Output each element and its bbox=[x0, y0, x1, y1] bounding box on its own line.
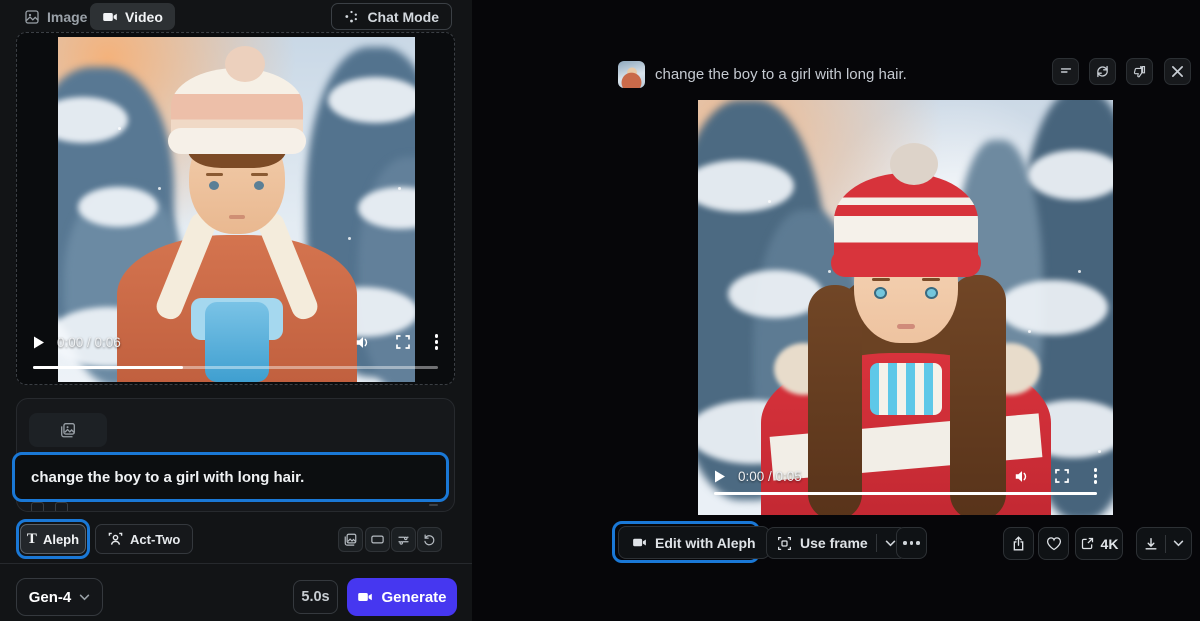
progress-fill bbox=[33, 366, 183, 369]
result-panel: change the boy to a girl with long hair. bbox=[472, 0, 1200, 621]
chat-mode-sparkle-icon bbox=[344, 9, 359, 24]
clipped-tool-icon[interactable] bbox=[31, 502, 44, 512]
video-camera-icon bbox=[102, 9, 118, 25]
boy-video-still bbox=[58, 37, 415, 382]
player-menu-icon[interactable] bbox=[435, 334, 439, 350]
result-player-controls: 0:00 / 0:05 bbox=[714, 467, 1097, 485]
share-button[interactable] bbox=[1003, 527, 1034, 560]
close-icon[interactable] bbox=[1164, 58, 1191, 85]
result-prompt-text: change the boy to a girl with long hair. bbox=[655, 58, 907, 90]
chat-mode-button[interactable]: Chat Mode bbox=[331, 3, 452, 30]
clipped-handle bbox=[429, 504, 438, 506]
reference-media-button[interactable] bbox=[29, 413, 107, 447]
tab-image[interactable]: Image bbox=[12, 3, 99, 30]
use-frame-button[interactable]: Use frame bbox=[766, 527, 907, 559]
act-two-model-button[interactable]: Act-Two bbox=[95, 524, 193, 554]
tab-video-label: Video bbox=[125, 9, 163, 25]
download-icon bbox=[1144, 537, 1158, 551]
ellipsis-icon bbox=[903, 541, 907, 545]
edit-with-aleph-label: Edit with Aleph bbox=[655, 535, 756, 551]
favorite-button[interactable] bbox=[1038, 527, 1069, 560]
aleph-model-button[interactable]: T Aleph bbox=[20, 524, 86, 554]
use-frame-label: Use frame bbox=[800, 535, 868, 551]
girl-video-still bbox=[698, 100, 1113, 515]
aleph-text-icon: T bbox=[27, 532, 37, 547]
stacked-images-icon bbox=[59, 421, 77, 439]
chevron-down-icon[interactable] bbox=[1173, 540, 1184, 547]
chat-mode-label: Chat Mode bbox=[367, 9, 439, 25]
model-select-label: Gen-4 bbox=[29, 589, 72, 606]
image-icon bbox=[24, 9, 40, 25]
chevron-down-icon bbox=[79, 594, 90, 601]
fullscreen-icon[interactable] bbox=[396, 335, 410, 349]
regenerate-button[interactable] bbox=[1089, 58, 1116, 85]
generate-label: Generate bbox=[381, 589, 446, 606]
button-divider bbox=[876, 534, 877, 552]
clipped-tool-icon[interactable] bbox=[55, 502, 68, 512]
reset-history-button[interactable] bbox=[417, 527, 442, 552]
generation-panel: Image Video Chat Mode bbox=[0, 0, 472, 621]
performer-icon bbox=[108, 532, 123, 547]
edit-with-aleph-button[interactable]: Edit with Aleph bbox=[618, 526, 770, 559]
progress-fill bbox=[714, 492, 1097, 495]
result-progress-bar[interactable] bbox=[714, 492, 1097, 495]
aleph-label: Aleph bbox=[43, 532, 79, 547]
reference-images-button[interactable] bbox=[338, 527, 363, 552]
divider bbox=[0, 563, 472, 564]
details-button[interactable] bbox=[1052, 58, 1079, 85]
video-camera-icon bbox=[357, 589, 373, 605]
prompt-input-highlight: change the boy to a girl with long hair. bbox=[12, 452, 449, 502]
upscale-label: 4K bbox=[1101, 536, 1119, 552]
chevron-down-icon[interactable] bbox=[885, 540, 896, 547]
button-divider bbox=[1165, 535, 1166, 553]
input-player-controls: 0:00 / 0:06 bbox=[33, 333, 438, 351]
generate-button[interactable]: Generate bbox=[347, 578, 457, 616]
act-two-label: Act-Two bbox=[130, 532, 180, 547]
tab-image-label: Image bbox=[47, 9, 87, 25]
volume-icon[interactable] bbox=[1014, 469, 1030, 484]
frame-capture-icon bbox=[777, 536, 792, 551]
fullscreen-icon[interactable] bbox=[1055, 469, 1069, 483]
download-split-button[interactable] bbox=[1136, 527, 1192, 560]
result-time-display: 0:00 / 0:05 bbox=[738, 469, 802, 484]
input-video-frame[interactable] bbox=[58, 37, 415, 382]
source-video-thumbnail[interactable] bbox=[618, 61, 645, 88]
more-options-button[interactable] bbox=[896, 527, 927, 559]
result-video-player[interactable]: 0:00 / 0:05 bbox=[698, 100, 1113, 515]
thumbs-down-button[interactable] bbox=[1126, 58, 1153, 85]
upscale-4k-button[interactable]: 4K bbox=[1075, 527, 1123, 560]
input-time-display: 0:00 / 0:06 bbox=[57, 335, 121, 350]
tab-video[interactable]: Video bbox=[90, 3, 175, 30]
settings-sliders-button[interactable] bbox=[391, 527, 416, 552]
play-icon[interactable] bbox=[33, 336, 45, 349]
model-select-dropdown[interactable]: Gen-4 bbox=[16, 578, 103, 616]
video-camera-icon bbox=[632, 535, 647, 550]
duration-button[interactable]: 5.0s bbox=[293, 580, 338, 614]
upscale-icon bbox=[1080, 536, 1095, 551]
input-progress-bar[interactable] bbox=[33, 366, 438, 369]
prompt-input[interactable]: change the boy to a girl with long hair. bbox=[31, 455, 304, 499]
player-menu-icon[interactable] bbox=[1094, 468, 1098, 484]
duration-label: 5.0s bbox=[301, 589, 329, 605]
volume-icon[interactable] bbox=[355, 335, 371, 350]
aspect-ratio-button[interactable] bbox=[365, 527, 390, 552]
input-video-player[interactable]: 0:00 / 0:06 bbox=[16, 32, 455, 385]
play-icon[interactable] bbox=[714, 470, 726, 483]
